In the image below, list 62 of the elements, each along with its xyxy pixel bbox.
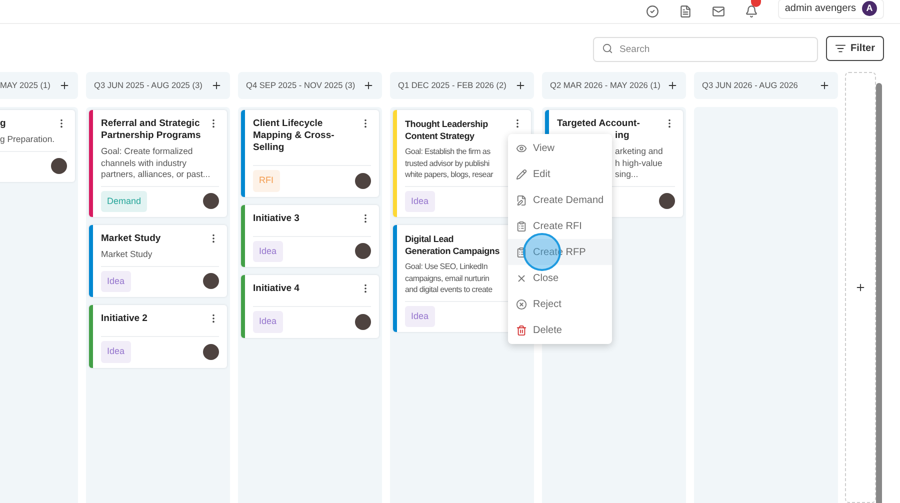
status-tag: Idea [101,341,131,362]
card-description: g Preparation. [0,134,56,146]
card[interactable]: Initiative 3 Idea [241,204,379,267]
card-description: Goal: Establish the firm as trusted advisor by publishi white papers, blogs, resear [405,146,494,180]
mail-icon[interactable] [712,5,725,18]
clipboard-icon [516,246,527,258]
status-tag: Idea [101,270,131,292]
add-icon[interactable] [363,80,374,91]
trash-icon [516,324,527,336]
card-title: Thought Leadership Content Strategy [405,118,488,142]
add-icon[interactable] [667,80,678,91]
card-title: Digital Lead Generation Campaigns [405,233,500,257]
add-icon[interactable] [819,80,830,91]
card[interactable]: g g Preparation. [0,110,75,182]
user-menu[interactable]: admin avengers A [778,0,884,18]
card[interactable]: Initiative 4 Idea [241,275,379,338]
card-description: Goal: Create formalized channels with industry partners, alliances, or past... [101,146,212,180]
user-avatar: A [862,1,877,16]
card[interactable]: Initiative 2 Idea [89,305,227,368]
add-icon[interactable] [211,80,222,91]
status-tag: RFI [253,170,280,192]
search-icon [602,43,613,54]
check-circle-icon[interactable] [646,5,659,18]
pencil-icon [516,168,527,180]
clipboard-icon [516,220,527,232]
eye-icon [516,142,527,154]
column-title: Q2 MAR 2026 - MAY 2026 (1) [550,79,660,92]
card-title: Initiative 3 [253,212,300,224]
status-tag: Idea [405,190,435,212]
status-tag: Idea [253,240,283,262]
card[interactable]: Referral and Strategic Partnership Programs Goal: Create formalized channels with industry partners, alliances, or past... Demand [89,110,227,217]
card-description: arketing and h high-value sing... [614,146,664,180]
x-circle-icon [516,298,527,310]
status-tag: Idea [253,311,283,332]
card-title: Referral and Strategic Partnership Programs [101,118,201,142]
add-icon[interactable] [515,80,526,91]
add-icon[interactable] [59,80,70,91]
card-title: Initiative 4 [253,283,300,295]
filter-button[interactable]: Filter [826,36,884,61]
close-icon [516,272,527,284]
card-title: Initiative 2 [101,313,148,325]
card[interactable]: Client Lifecycle Mapping & Cross- Selling RFI [241,110,379,196]
search-field[interactable]: Search [592,37,818,62]
add-icon[interactable] [855,282,866,293]
card-description: Goal: Use SEO, LinkedIn campaigns, email nurturin and digital events to create [405,261,494,296]
card-title: Client Lifecycle Mapping & Cross- Selling [253,118,334,154]
status-tag: Demand [101,190,148,212]
filter-icon [834,43,846,54]
status-tag: Idea [405,306,435,327]
column-title: Q4 SEP 2025 - NOV 2025 (3) [246,79,356,92]
card-title: g [0,118,6,130]
notification-icon[interactable] [744,5,758,18]
card-title: Market Study [101,233,161,245]
document-icon[interactable] [678,5,692,18]
card[interactable]: Market Study Market Study Idea [89,225,227,297]
column-title: Q3 JUN 2025 - AUG 2025 (3) [94,79,202,92]
column-title: Q3 JUN 2026 - AUG 2026 [702,79,798,92]
card-description: Market Study [101,249,154,260]
user-name: admin avengers [784,2,856,16]
column-title: Q1 DEC 2025 - FEB 2026 (2) [398,79,506,92]
column-title: MAY 2025 (1) [0,79,50,92]
document-pen-icon [516,194,527,206]
